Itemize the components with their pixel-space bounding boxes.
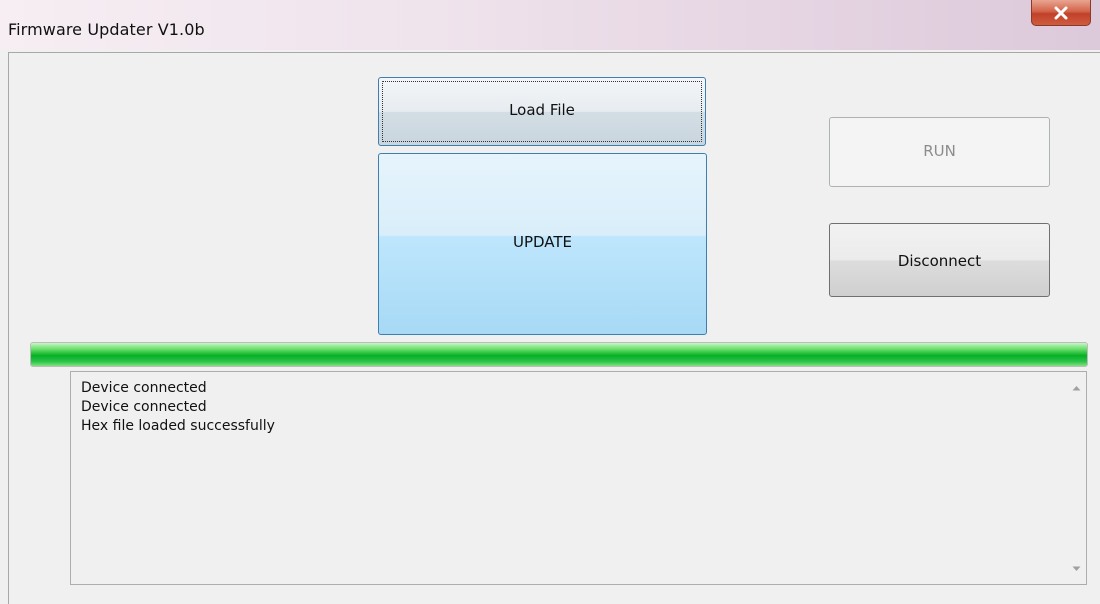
update-button[interactable]: UPDATE xyxy=(378,153,707,335)
disconnect-label: Disconnect xyxy=(897,252,982,270)
scroll-down-button[interactable] xyxy=(1067,559,1086,578)
run-button[interactable]: RUN xyxy=(829,117,1050,187)
close-x-icon xyxy=(1054,6,1068,19)
load-file-button[interactable]: Load File xyxy=(378,77,706,146)
window-title: Firmware Updater V1.0b xyxy=(8,20,205,39)
load-file-label: Load File xyxy=(509,100,575,119)
log-textbox[interactable]: Device connected Device connected Hex file… xyxy=(70,371,1087,585)
scroll-up-button[interactable] xyxy=(1067,378,1086,397)
disconnect-button[interactable]: Disconnect xyxy=(829,223,1050,297)
log-line: Device connected xyxy=(81,399,207,415)
log-line: Device connected xyxy=(81,380,207,396)
log-lines: Device connected Device connected Hex file… xyxy=(81,379,275,436)
progress-bar xyxy=(30,342,1088,367)
log-line: Hex file loaded successfully xyxy=(81,418,275,434)
close-button[interactable] xyxy=(1031,0,1091,26)
scroll-up-arrow-icon xyxy=(1072,385,1081,390)
progress-bar-fill xyxy=(31,343,1087,366)
run-label: RUN xyxy=(923,142,956,160)
firmware-updater-window: Firmware Updater V1.0b Load File UPDATE … xyxy=(0,0,1100,604)
update-label: UPDATE xyxy=(512,233,573,251)
log-scrollbar[interactable] xyxy=(1067,372,1086,584)
title-bar[interactable]: Firmware Updater V1.0b xyxy=(0,0,1100,50)
scroll-down-arrow-icon xyxy=(1072,566,1081,571)
